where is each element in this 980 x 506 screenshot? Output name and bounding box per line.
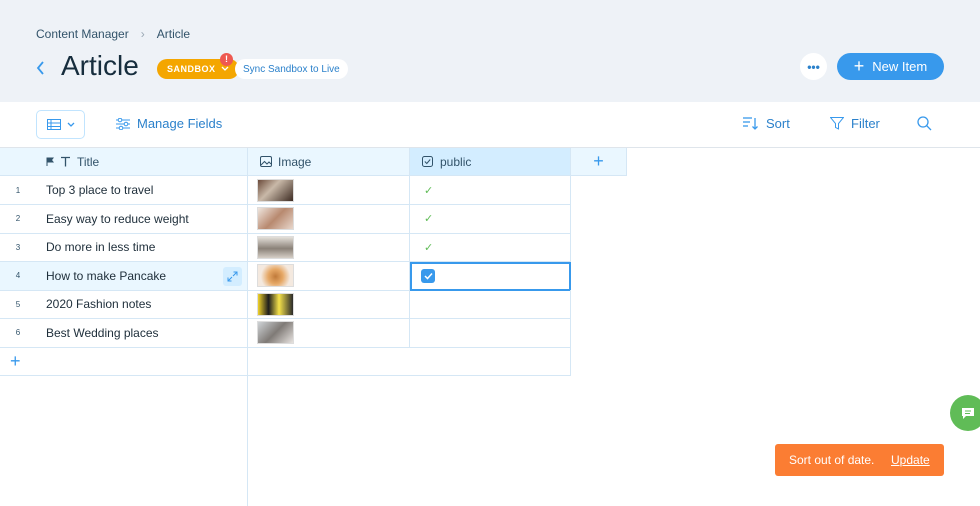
check-icon xyxy=(423,272,433,280)
chat-button[interactable] xyxy=(950,395,980,431)
sort-out-of-date-toast: Sort out of date. Update xyxy=(775,444,944,476)
chevron-right-icon: › xyxy=(140,27,145,41)
chat-icon xyxy=(962,407,974,419)
item-thumbnail xyxy=(257,178,294,202)
table-row[interactable]: 3 Do more in less time ✓ xyxy=(0,233,571,262)
chevron-down-icon xyxy=(67,122,74,127)
new-item-button[interactable]: + New Item xyxy=(837,53,944,80)
row-number: 2 xyxy=(15,214,21,223)
text-type-icon xyxy=(61,156,70,167)
row-title: Easy way to reduce weight xyxy=(46,211,189,226)
cell-image[interactable] xyxy=(248,176,410,205)
cell-public[interactable]: ✓ xyxy=(410,204,571,234)
cell-public[interactable]: ✓ xyxy=(410,233,571,262)
alert-badge: ! xyxy=(220,53,233,66)
sandbox-label: SANDBOX xyxy=(167,64,216,74)
add-row-empty xyxy=(248,347,571,376)
cell-image[interactable] xyxy=(248,261,410,291)
add-column-button[interactable]: + xyxy=(571,148,627,176)
column-divider xyxy=(247,148,248,506)
item-thumbnail xyxy=(257,292,294,316)
row-number: 1 xyxy=(15,185,21,195)
row-number: 4 xyxy=(15,271,21,280)
cell-title[interactable]: 1 Top 3 place to travel xyxy=(0,176,248,205)
filter-button[interactable]: Filter xyxy=(830,116,880,131)
table-row[interactable]: 5 2020 Fashion notes xyxy=(0,290,571,319)
back-arrow-icon[interactable] xyxy=(34,58,48,78)
checkbox-type-icon xyxy=(422,156,433,167)
column-image-label: Image xyxy=(278,154,312,169)
breadcrumb-current: Article xyxy=(156,27,191,41)
table-row[interactable]: 1 Top 3 place to travel ✓ xyxy=(0,176,571,205)
cell-title[interactable]: 3 Do more in less time xyxy=(0,233,248,262)
view-switcher-button[interactable] xyxy=(36,110,85,139)
toast-update-link[interactable]: Update xyxy=(891,453,930,467)
table-row[interactable]: 4 How to make Pancake xyxy=(0,261,571,291)
row-title: Do more in less time xyxy=(46,240,156,254)
add-row: + xyxy=(0,347,571,376)
sort-icon xyxy=(743,117,758,130)
search-button[interactable] xyxy=(917,116,932,131)
image-type-icon xyxy=(260,156,272,167)
toolbar: Manage Fields Sort Filter xyxy=(0,102,980,148)
item-thumbnail xyxy=(257,321,294,344)
expand-item-button[interactable] xyxy=(223,266,242,286)
row-title: How to make Pancake xyxy=(46,268,167,283)
new-item-label: New Item xyxy=(872,59,928,74)
row-number: 3 xyxy=(15,242,21,252)
page-header: Content Manager › Article Article SANDBO… xyxy=(0,0,980,102)
check-icon: ✓ xyxy=(424,213,434,225)
filter-label: Filter xyxy=(851,116,880,131)
item-thumbnail xyxy=(257,207,294,230)
column-header-title[interactable]: Title xyxy=(0,148,248,176)
public-checkbox[interactable] xyxy=(421,269,435,283)
more-actions-button[interactable]: ••• xyxy=(800,53,827,80)
page-title: Article xyxy=(61,50,139,81)
check-icon: ✓ xyxy=(424,184,434,197)
sort-button[interactable]: Sort xyxy=(743,116,790,131)
table-view-icon xyxy=(46,119,61,130)
cell-public[interactable] xyxy=(410,318,571,348)
cell-title[interactable]: 2 Easy way to reduce weight xyxy=(0,204,248,234)
row-title: Top 3 place to travel xyxy=(46,183,154,197)
row-title: Best Wedding places xyxy=(46,325,159,340)
breadcrumb: Content Manager › Article xyxy=(36,27,190,41)
cell-title[interactable]: 4 How to make Pancake xyxy=(0,261,248,291)
cell-image[interactable] xyxy=(248,204,410,234)
expand-arrows-icon xyxy=(227,271,238,281)
column-public-label: public xyxy=(440,154,472,169)
cell-public[interactable] xyxy=(410,290,571,319)
flag-icon xyxy=(46,157,54,166)
item-thumbnail xyxy=(257,264,294,287)
search-icon xyxy=(917,116,932,131)
add-row-button[interactable]: + xyxy=(0,347,248,376)
column-header-image[interactable]: Image xyxy=(248,148,410,176)
check-icon: ✓ xyxy=(424,241,434,254)
table-row[interactable]: 6 Best Wedding places xyxy=(0,318,571,348)
sync-sandbox-button[interactable]: Sync Sandbox to Live xyxy=(235,59,348,79)
cell-image[interactable] xyxy=(248,318,410,348)
row-number: 6 xyxy=(15,328,21,337)
column-header-public[interactable]: public xyxy=(410,148,571,176)
toast-message: Sort out of date. xyxy=(789,453,875,467)
sort-label: Sort xyxy=(766,116,790,131)
plus-icon: + xyxy=(853,55,865,76)
column-title-label: Title xyxy=(77,154,100,169)
cell-title[interactable]: 5 2020 Fashion notes xyxy=(0,290,248,319)
cell-title[interactable]: 6 Best Wedding places xyxy=(0,318,248,348)
cell-public[interactable] xyxy=(410,261,571,291)
chevron-down-icon xyxy=(221,66,228,71)
cell-image[interactable] xyxy=(248,290,410,319)
cell-public[interactable]: ✓ xyxy=(410,176,571,205)
sliders-icon xyxy=(116,117,130,130)
row-title: 2020 Fashion notes xyxy=(46,297,152,311)
cell-image[interactable] xyxy=(248,233,410,262)
table-row[interactable]: 2 Easy way to reduce weight ✓ xyxy=(0,204,571,234)
filter-icon xyxy=(830,117,844,130)
manage-fields-button[interactable]: Manage Fields xyxy=(116,116,222,131)
row-number: 5 xyxy=(15,299,21,309)
manage-fields-label: Manage Fields xyxy=(137,116,223,131)
breadcrumb-root[interactable]: Content Manager xyxy=(36,27,129,41)
item-thumbnail xyxy=(257,235,294,259)
